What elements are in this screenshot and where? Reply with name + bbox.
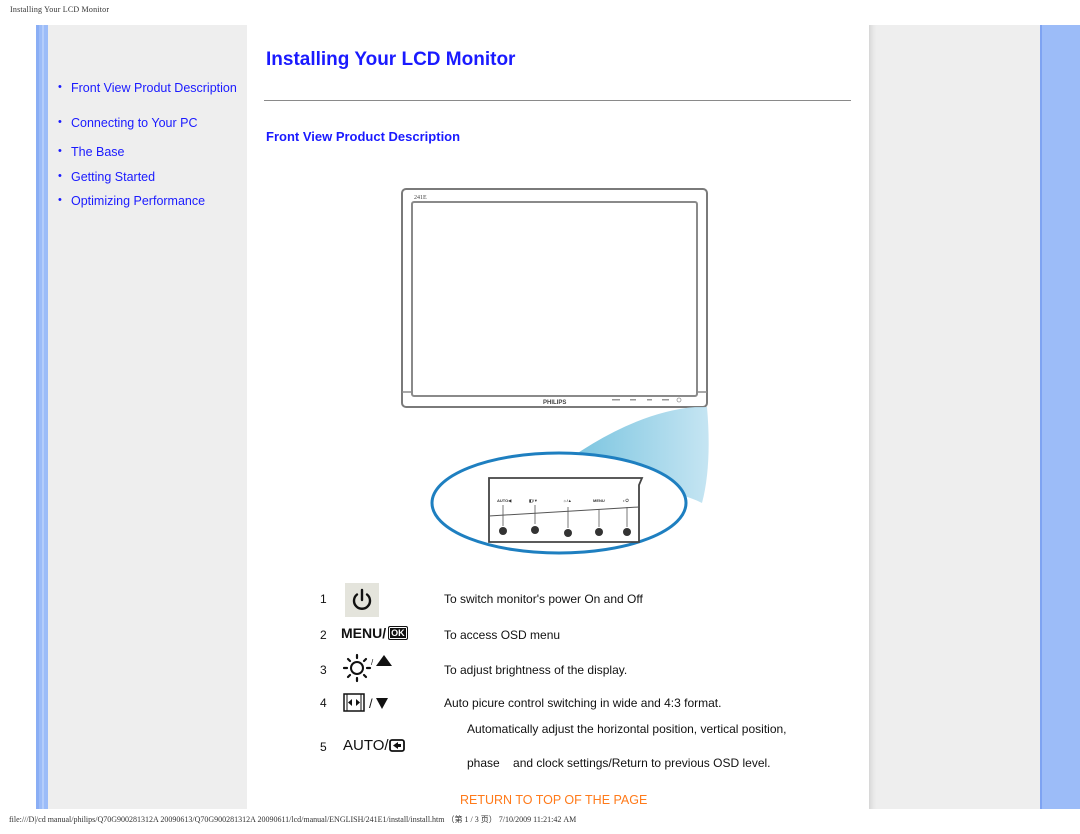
ok-icon: OK [388,626,408,640]
callout-5 [499,527,507,535]
row-description: To switch monitor's power On and Off [444,592,643,606]
row-description: Auto picure control switching in wide an… [444,696,722,710]
callout-3 [564,529,572,537]
panel-label-brightness: ☼/▲ [563,498,572,503]
row-description-line2: phase and clock settings/Return to previ… [467,756,771,770]
auto-back-icon: AUTO/ [343,737,405,754]
right-decor-strip [1040,25,1080,809]
print-footer: file:///D|/cd manual/philips/Q70G9002813… [9,815,577,824]
panel-label-aspect: ◧/▼ [529,498,538,503]
section-title: Front View Product Description [266,129,461,144]
sidebar: • Front View Produt Description • Connec… [48,25,247,809]
sidebar-link[interactable]: Getting Started [71,170,155,184]
panel-label-auto: AUTO◀ [497,498,512,503]
model-label: 241E [414,195,427,201]
row-description: To access OSD menu [444,628,561,642]
sidebar-item-optimizing[interactable]: • Optimizing Performance [58,194,237,208]
left-decor-strip [36,25,48,809]
right-panel [869,25,1040,809]
sidebar-item-connecting[interactable]: • Connecting to Your PC [58,116,237,130]
return-to-top-link[interactable]: RETURN TO TOP OF THE PAGE [460,793,647,807]
brightness-up-icon: / [342,653,399,688]
bullet-icon: • [58,170,62,182]
auto-icon-text: AUTO/ [343,737,389,754]
sidebar-nav: • Front View Produt Description • Connec… [58,81,237,208]
row-number: 2 [320,628,327,642]
bullet-icon: • [58,145,62,157]
sidebar-link[interactable]: Front View Produt Description [71,81,237,95]
row-description-line1: Automatically adjust the horizontal posi… [467,722,787,736]
sidebar-link[interactable]: Connecting to Your PC [71,116,197,130]
menu-ok-icon: MENU/ OK [341,625,408,641]
row-description: To adjust brightness of the display. [444,663,628,677]
svg-text:/: / [371,658,374,667]
sidebar-link[interactable]: The Base [71,145,125,159]
panel-label-power: • ⏻ [623,498,630,503]
callout-1 [623,528,631,536]
panel-label-menu: MENU [593,498,605,503]
page-title: Installing Your LCD Monitor [266,49,516,70]
title-divider [264,100,851,101]
brand-logo: PHILIPS [543,400,566,406]
callout-4 [531,526,539,534]
row-number: 3 [320,663,327,677]
sidebar-link[interactable]: Optimizing Performance [71,194,205,208]
monitor-screen [411,201,698,397]
row-number: 5 [320,740,327,754]
power-icon [345,583,379,617]
row-number: 1 [320,592,327,606]
monitor-front-view-figure: 241E PHILIPS AUTO◀ ◧/▼ ☼/▲ MENU • ⏻ [401,188,709,555]
bullet-icon: • [58,81,62,93]
sidebar-item-base[interactable]: • The Base [58,145,237,159]
bullet-icon: • [58,194,62,206]
sidebar-item-front-view[interactable]: • Front View Produt Description [58,81,237,95]
main-content: Installing Your LCD Monitor Front View P… [247,25,869,809]
back-icon [388,739,405,752]
sidebar-item-getting-started[interactable]: • Getting Started [58,170,237,184]
menu-icon-text: MENU/ [341,625,387,641]
callout-2 [595,528,603,536]
aspect-down-icon: / [343,693,393,718]
bullet-icon: • [58,116,62,128]
print-header: Installing Your LCD Monitor [10,5,110,14]
row-number: 4 [320,696,327,710]
svg-text:/: / [369,696,373,711]
